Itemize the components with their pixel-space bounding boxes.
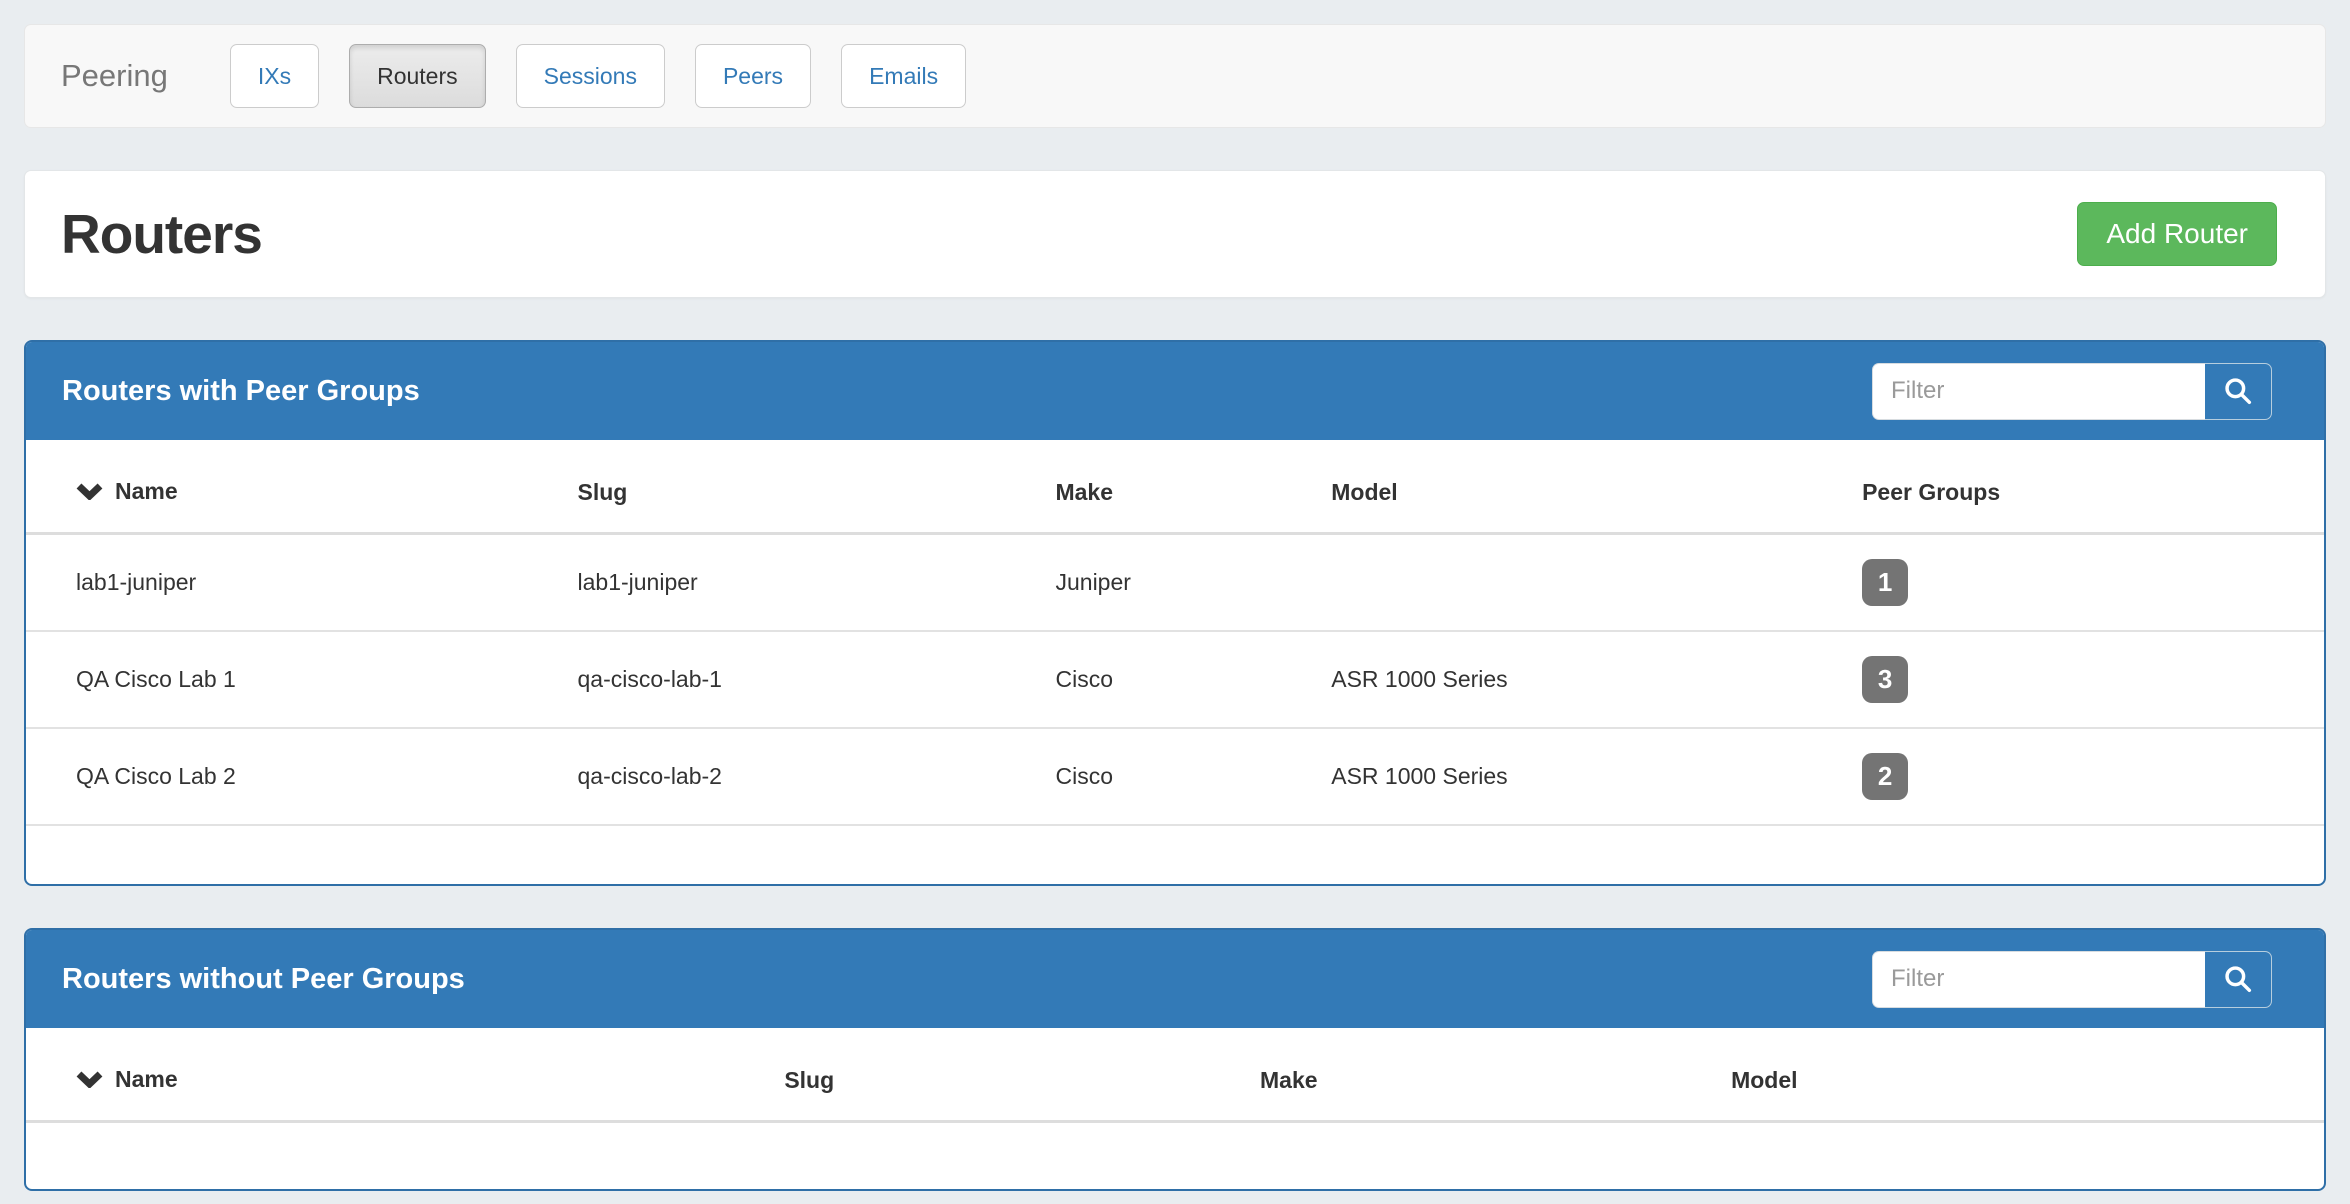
page-container: Peering IXs Routers Sessions Peers Email…: [24, 24, 2326, 1191]
top-navbar: Peering IXs Routers Sessions Peers Email…: [24, 24, 2326, 128]
table-row[interactable]: QA Cisco Lab 1 qa-cisco-lab-1 Cisco ASR …: [26, 631, 2324, 728]
cell-peer-groups: 3: [1862, 631, 2324, 728]
column-header-peer-groups[interactable]: Peer Groups: [1862, 440, 2324, 534]
filter-search-button[interactable]: [2205, 951, 2272, 1008]
chevron-down-icon: [76, 483, 103, 500]
column-header-name[interactable]: Name: [26, 1028, 784, 1122]
nav-item-ixs[interactable]: IXs: [230, 44, 319, 108]
panel-heading: Routers with Peer Groups: [26, 342, 2324, 440]
cell-peer-groups: 2: [1862, 728, 2324, 825]
page-header-card: Routers Add Router: [24, 170, 2326, 298]
search-icon: [2222, 375, 2254, 407]
cell-model: ASR 1000 Series: [1331, 728, 1862, 825]
chevron-down-icon: [76, 1071, 103, 1088]
nav-item-emails[interactable]: Emails: [841, 44, 966, 108]
column-header-slug[interactable]: Slug: [784, 1028, 1260, 1122]
cell-model: [1331, 534, 1862, 632]
routers-without-peer-groups-table: Name Slug Make Model: [26, 1028, 2324, 1123]
filter-input[interactable]: [1872, 951, 2205, 1008]
cell-make: Cisco: [1055, 728, 1331, 825]
cell-model: ASR 1000 Series: [1331, 631, 1862, 728]
nav-item-sessions[interactable]: Sessions: [516, 44, 665, 108]
cell-make: Cisco: [1055, 631, 1331, 728]
table-row[interactable]: QA Cisco Lab 2 qa-cisco-lab-2 Cisco ASR …: [26, 728, 2324, 825]
brand: Peering: [61, 58, 168, 94]
column-header-model[interactable]: Model: [1331, 440, 1862, 534]
panel-routers-without-peer-groups: Routers without Peer Groups: [24, 928, 2326, 1191]
table-header-row: Name Slug Make Model: [26, 1028, 2324, 1122]
filter-search-button[interactable]: [2205, 363, 2272, 420]
filter-input[interactable]: [1872, 363, 2205, 420]
cell-name[interactable]: QA Cisco Lab 2: [26, 728, 578, 825]
cell-slug: lab1-juniper: [578, 534, 1056, 632]
column-header-name[interactable]: Name: [26, 440, 578, 534]
cell-name[interactable]: QA Cisco Lab 1: [26, 631, 578, 728]
cell-make: Juniper: [1055, 534, 1331, 632]
nav-item-routers[interactable]: Routers: [349, 44, 486, 108]
empty-table-spacer: [26, 1123, 2324, 1189]
peer-group-count-badge: 2: [1862, 753, 1908, 800]
cell-slug: qa-cisco-lab-2: [578, 728, 1056, 825]
filter-group: [1872, 951, 2272, 1008]
cell-name[interactable]: lab1-juniper: [26, 534, 578, 632]
column-header-make[interactable]: Make: [1260, 1028, 1731, 1122]
search-icon: [2222, 963, 2254, 995]
cell-peer-groups: 1: [1862, 534, 2324, 632]
table-bottom-spacer: [26, 826, 2324, 884]
peer-group-count-badge: 1: [1862, 559, 1908, 606]
panel-routers-with-peer-groups: Routers with Peer Groups: [24, 340, 2326, 886]
routers-with-peer-groups-table: Name Slug Make Model Peer Groups lab1-ju…: [26, 440, 2324, 826]
peer-group-count-badge: 3: [1862, 656, 1908, 703]
panel-title: Routers without Peer Groups: [62, 963, 465, 996]
table-row[interactable]: lab1-juniper lab1-juniper Juniper 1: [26, 534, 2324, 632]
panel-heading: Routers without Peer Groups: [26, 930, 2324, 1028]
panel-title: Routers with Peer Groups: [62, 375, 420, 408]
column-header-make[interactable]: Make: [1055, 440, 1331, 534]
table-header-row: Name Slug Make Model Peer Groups: [26, 440, 2324, 534]
filter-group: [1872, 363, 2272, 420]
cell-slug: qa-cisco-lab-1: [578, 631, 1056, 728]
page-title: Routers: [61, 202, 262, 266]
column-header-model[interactable]: Model: [1731, 1028, 2324, 1122]
nav-item-peers[interactable]: Peers: [695, 44, 811, 108]
add-router-button[interactable]: Add Router: [2077, 202, 2277, 266]
column-header-slug[interactable]: Slug: [578, 440, 1056, 534]
